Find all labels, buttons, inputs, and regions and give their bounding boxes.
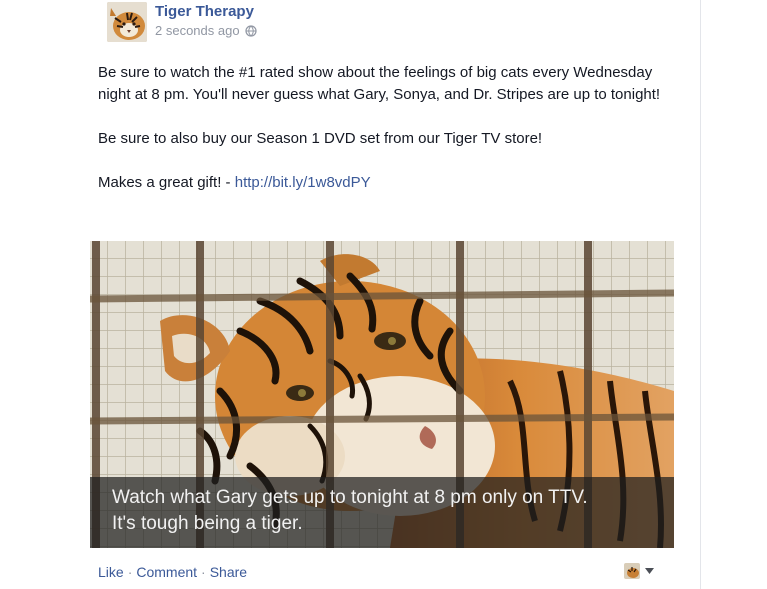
post-paragraph-3: Makes a great gift! - http://bit.ly/1w8v… <box>98 172 683 194</box>
post-message: Be sure to watch the #1 rated show about… <box>98 62 683 194</box>
tiger-avatar-icon <box>107 2 147 42</box>
like-button[interactable]: Like <box>98 564 124 580</box>
action-separator: · <box>127 564 133 580</box>
post-as-selector[interactable] <box>624 563 654 579</box>
store-link[interactable]: http://bit.ly/1w8vdPY <box>235 174 371 191</box>
tiger-mini-avatar-icon <box>624 563 640 579</box>
page-name-link[interactable]: Tiger Therapy <box>155 3 254 20</box>
share-button[interactable]: Share <box>210 564 247 580</box>
page-avatar[interactable] <box>107 2 147 42</box>
photo-caption-overlay: Watch what Gary gets up to tonight at 8 … <box>90 477 674 548</box>
globe-icon[interactable] <box>244 24 257 37</box>
timestamp[interactable]: 2 seconds ago <box>155 23 240 38</box>
comment-button[interactable]: Comment <box>136 564 197 580</box>
caption-line-2: It's tough being a tiger. <box>112 513 303 534</box>
post-actions: Like · Comment · Share <box>98 564 247 580</box>
post-photo[interactable]: Watch what Gary gets up to tonight at 8 … <box>90 241 674 548</box>
chevron-down-icon <box>645 568 654 574</box>
post-meta: 2 seconds ago <box>155 23 257 38</box>
action-separator: · <box>201 564 206 580</box>
gift-text: Makes a great gift! - <box>98 174 235 191</box>
post-paragraph-1: Be sure to watch the #1 rated show about… <box>98 64 661 103</box>
post-paragraph-2: Be sure to also buy our Season 1 DVD set… <box>98 130 543 147</box>
caption-line-1: Watch what Gary gets up to tonight at 8 … <box>112 487 588 508</box>
post-card-border <box>700 0 701 589</box>
